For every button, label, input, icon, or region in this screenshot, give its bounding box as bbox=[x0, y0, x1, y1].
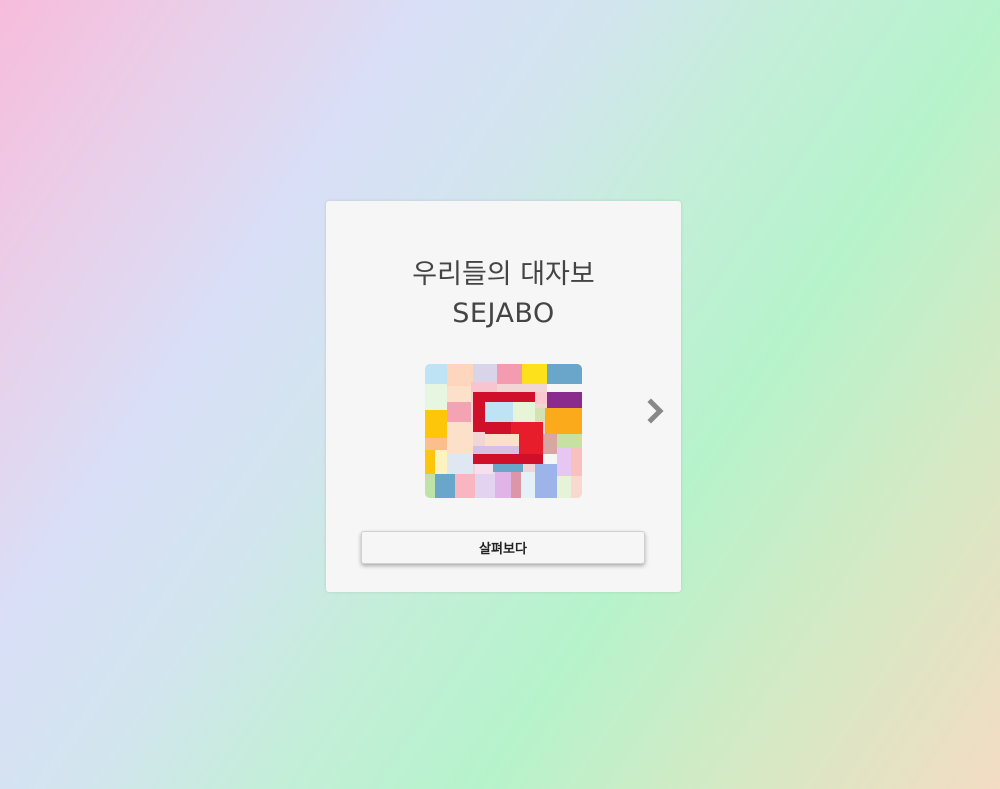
explore-button[interactable]: 살펴보다 bbox=[361, 531, 645, 564]
poster-thumbnail[interactable] bbox=[425, 364, 582, 498]
card-subtitle: SEJABO bbox=[452, 298, 555, 329]
sejabo-card: 우리들의 대자보 SEJABO 살펴보다 bbox=[326, 201, 681, 592]
card-title: 우리들의 대자보 bbox=[412, 259, 595, 290]
page: { "card": { "title_line1": "우리들의 대자보", "… bbox=[0, 0, 1000, 789]
chevron-right-icon[interactable] bbox=[646, 398, 668, 424]
